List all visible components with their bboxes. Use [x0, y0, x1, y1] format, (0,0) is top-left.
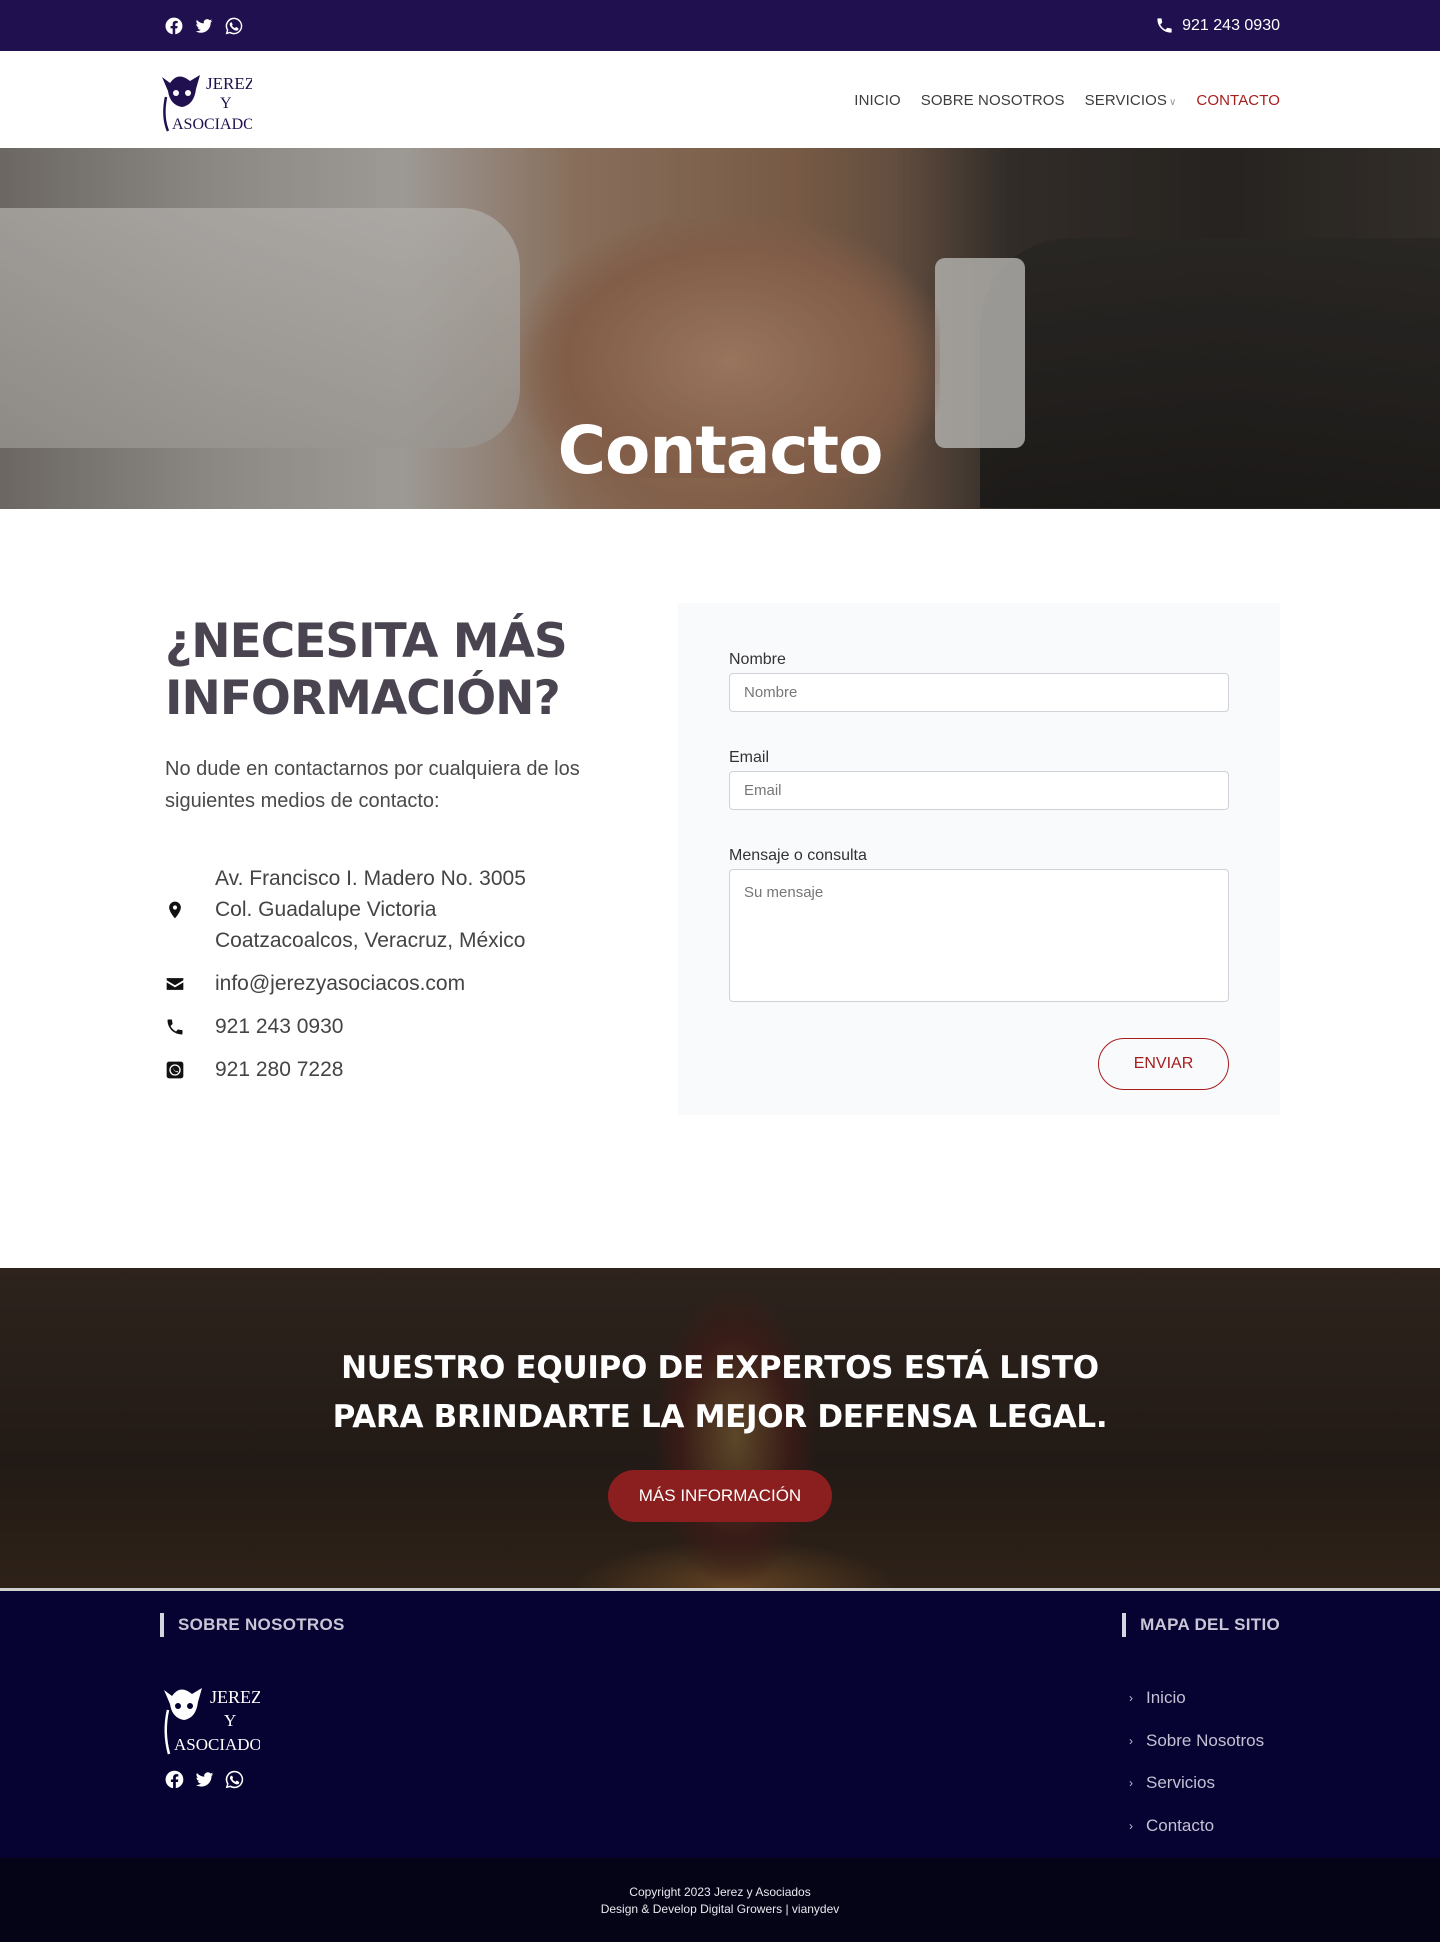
heading-accent-bar [160, 1613, 164, 1637]
svg-text:JEREZ: JEREZ [206, 74, 252, 93]
contact-section: ¿NECESITA MÁS INFORMACIÓN? No dude en co… [0, 509, 1440, 1268]
contact-heading-line1: ¿NECESITA MÁS [165, 614, 568, 669]
nav-inicio[interactable]: INICIO [854, 92, 900, 109]
phone-row[interactable]: 921 243 0930 [165, 1011, 580, 1042]
envelope-icon [165, 974, 215, 994]
nav-servicios[interactable]: SERVICIOS ∨ [1085, 92, 1177, 109]
more-info-button[interactable]: MÁS INFORMACIÓN [608, 1470, 832, 1522]
message-label: Mensaje o consulta [729, 847, 867, 864]
phone-icon [1157, 18, 1172, 33]
footer-sitemap: › Inicio › Sobre Nosotros › Servicios › Cont… [1129, 1677, 1273, 1847]
site-header: JEREZ Y ASOCIADOS INICIO SOBRE NOSOTROS … [0, 51, 1440, 148]
contact-heading: ¿NECESITA MÁS INFORMACIÓN? [165, 613, 580, 727]
credits-text: Design & Develop Digital Growers | viany… [600, 1902, 840, 1916]
footer-sitemap-heading-text: MAPA DEL SITIO [1140, 1615, 1280, 1634]
contact-intro: No dude en contactarnos por cualquiera d… [165, 758, 580, 812]
whatsapp-text: 921 280 7228 [215, 1058, 344, 1081]
footer-sitemap-heading: MAPA DEL SITIO [1122, 1613, 1280, 1637]
contact-info: ¿NECESITA MÁS INFORMACIÓN? No dude en co… [160, 603, 580, 1115]
message-textarea[interactable] [729, 869, 1229, 1002]
sitemap-link-label: Contacto [1146, 1815, 1215, 1835]
whatsapp-icon[interactable] [223, 15, 244, 36]
contact-form: Nombre Email Mensaje o consulta ENVIAR [678, 603, 1280, 1115]
name-field: Nombre [729, 651, 1229, 712]
sitemap-link-inicio[interactable]: › Inicio [1129, 1677, 1273, 1720]
svg-text:ASOCIADOS: ASOCIADOS [174, 1735, 260, 1754]
footer-about-heading: SOBRE NOSOTROS [160, 1613, 345, 1637]
facebook-icon[interactable] [163, 15, 184, 36]
footer-about-heading-text: SOBRE NOSOTROS [178, 1615, 345, 1634]
svg-text:Y: Y [220, 95, 232, 112]
sitemap-link-label: Servicios [1146, 1773, 1215, 1793]
address-row: Av. Francisco I. Madero No. 3005 Col. Gu… [165, 863, 580, 956]
chevron-right-icon: › [1129, 1818, 1133, 1833]
address-text: Av. Francisco I. Madero No. 3005 Col. Gu… [215, 863, 526, 956]
whatsapp-square-icon [165, 1060, 215, 1080]
whatsapp-row[interactable]: 921 280 7228 [165, 1054, 580, 1085]
sitemap-link-servicios[interactable]: › Servicios [1129, 1762, 1273, 1805]
footer-social-links [164, 1769, 245, 1795]
email-row[interactable]: info@jerezyasociacos.com [165, 968, 580, 999]
contact-details: Av. Francisco I. Madero No. 3005 Col. Gu… [165, 863, 580, 1085]
phone-text: 921 243 0930 [215, 1015, 344, 1038]
message-field: Mensaje o consulta [729, 847, 1229, 1007]
sitemap-link-label: Inicio [1146, 1688, 1186, 1708]
svg-text:ASOCIADOS: ASOCIADOS [172, 116, 252, 133]
chevron-right-icon: › [1129, 1691, 1133, 1706]
name-input[interactable] [729, 673, 1229, 712]
map-pin-icon [165, 900, 215, 920]
email-label: Email [729, 749, 770, 766]
email-field: Email [729, 749, 1229, 810]
hero-banner: Contacto [0, 148, 1440, 509]
phone-icon [165, 1017, 215, 1037]
main-nav: INICIO SOBRE NOSOTROS SERVICIOS ∨ CONTACT… [854, 90, 1280, 109]
address-line3: Coatzacoalcos, Veracruz, México [215, 929, 526, 952]
cta-line2: PARA BRINDARTE LA MEJOR DEFENSA LEGAL. [332, 1399, 1108, 1435]
name-label: Nombre [729, 651, 786, 668]
nav-contacto[interactable]: CONTACTO [1196, 92, 1280, 109]
top-phone-number: 921 243 0930 [1182, 16, 1280, 34]
heading-accent-bar [1122, 1613, 1127, 1637]
whatsapp-icon[interactable] [224, 1769, 245, 1795]
twitter-icon[interactable] [194, 1769, 215, 1795]
address-line1: Av. Francisco I. Madero No. 3005 [215, 867, 526, 890]
footer-logo[interactable]: JEREZ Y ASOCIADOS [160, 1684, 271, 1761]
twitter-icon[interactable] [193, 15, 214, 36]
svg-text:JEREZ: JEREZ [210, 1687, 260, 1707]
submit-row: ENVIAR [729, 1038, 1229, 1090]
address-line2: Col. Guadalupe Victoria [215, 898, 437, 921]
copyright-text: Copyright 2023 Jerez y Asociados [629, 1885, 811, 1899]
site-footer: SOBRE NOSOTROS JEREZ Y ASOCIADOS MAPA DE… [0, 1591, 1440, 1858]
email-text: info@jerezyasociacos.com [215, 972, 466, 995]
cta-line1: NUESTRO EQUIPO DE EXPERTOS ESTÁ LISTO [341, 1350, 1099, 1386]
site-logo[interactable]: JEREZ Y ASOCIADOS [160, 67, 252, 133]
submit-button[interactable]: ENVIAR [1098, 1038, 1229, 1090]
contact-heading-line2: INFORMACIÓN? [165, 671, 561, 726]
top-bar: 921 243 0930 [0, 0, 1440, 51]
cta-banner: NUESTRO EQUIPO DE EXPERTOS ESTÁ LISTO PA… [0, 1268, 1440, 1591]
svg-text:Y: Y [224, 1711, 236, 1730]
top-social-links [160, 15, 244, 36]
sitemap-link-contacto[interactable]: › Contacto [1129, 1805, 1273, 1848]
email-input[interactable] [729, 771, 1229, 810]
sitemap-link-label: Sobre Nosotros [1146, 1730, 1265, 1750]
nav-sobre-nosotros[interactable]: SOBRE NOSOTROS [921, 92, 1065, 109]
chevron-right-icon: › [1129, 1776, 1133, 1791]
chevron-right-icon: › [1129, 1733, 1133, 1748]
sitemap-link-sobre-nosotros[interactable]: › Sobre Nosotros [1129, 1720, 1273, 1763]
copyright-bar: Copyright 2023 Jerez y Asociados Design … [0, 1858, 1440, 1942]
page-title: Contacto [557, 412, 884, 489]
cta-heading: NUESTRO EQUIPO DE EXPERTOS ESTÁ LISTO PA… [0, 1344, 1440, 1442]
nav-servicios-label: SERVICIOS [1084, 92, 1167, 109]
facebook-icon[interactable] [164, 1769, 185, 1795]
top-phone[interactable]: 921 243 0930 [1155, 16, 1280, 35]
chevron-down-icon: ∨ [1168, 97, 1177, 108]
